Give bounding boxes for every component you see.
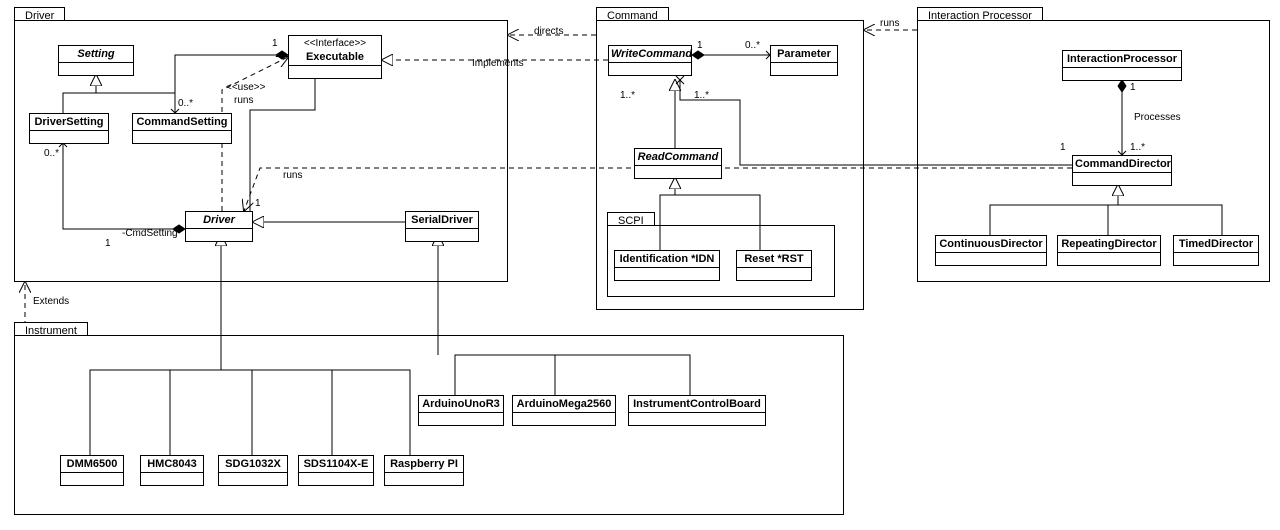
class-raspberry-pi-name: Raspberry PI bbox=[385, 456, 463, 473]
class-executable-stereotype: <<Interface>> bbox=[289, 36, 381, 49]
label-runs-2: runs bbox=[880, 18, 899, 29]
class-parameter-name: Parameter bbox=[771, 46, 837, 63]
package-driver-label: Driver bbox=[14, 7, 65, 21]
mult-param-0s: 0..* bbox=[745, 40, 760, 51]
label-directs: directs bbox=[534, 26, 563, 37]
class-executable-name: Executable bbox=[289, 49, 381, 66]
class-arduino-mega-name: ArduinoMega2560 bbox=[513, 396, 615, 413]
class-command-director-name: CommandDirector bbox=[1073, 156, 1171, 173]
class-write-command: WriteCommand bbox=[608, 45, 692, 76]
class-identification: Identification *IDN bbox=[614, 250, 720, 281]
class-serial-driver: SerialDriver bbox=[405, 211, 479, 242]
mult-driver-top-1: 1 bbox=[255, 198, 261, 209]
class-driver-name: Driver bbox=[186, 212, 252, 229]
package-interaction-label: Interaction Processor bbox=[917, 7, 1043, 21]
class-parameter: Parameter bbox=[770, 45, 838, 76]
mult-ip-1: 1 bbox=[1130, 82, 1136, 93]
class-executable: <<Interface>> Executable bbox=[288, 35, 382, 79]
class-hmc8043-name: HMC8043 bbox=[141, 456, 203, 473]
class-driver: Driver bbox=[185, 211, 253, 242]
uml-diagram: Executable (dashed, open arrow) --> Comm… bbox=[0, 0, 1280, 530]
class-sds1104x: SDS1104X-E bbox=[298, 455, 374, 486]
class-sds1104x-name: SDS1104X-E bbox=[299, 456, 373, 473]
label-runs-1: runs bbox=[234, 95, 253, 106]
class-write-command-name: WriteCommand bbox=[609, 46, 691, 63]
package-instrument-label: Instrument bbox=[14, 322, 88, 336]
mult-cd-1s: 1..* bbox=[1130, 142, 1145, 153]
label-processes: Processes bbox=[1134, 112, 1181, 123]
label-runs-3: runs bbox=[283, 170, 302, 181]
class-dmm6500-name: DMM6500 bbox=[61, 456, 123, 473]
class-reset: Reset *RST bbox=[736, 250, 812, 281]
class-arduino-mega: ArduinoMega2560 bbox=[512, 395, 616, 426]
label-cmd-setting: -CmdSetting bbox=[122, 228, 178, 239]
package-command-label: Command bbox=[596, 7, 669, 21]
class-interaction-processor: InteractionProcessor bbox=[1062, 50, 1182, 81]
class-raspberry-pi: Raspberry PI bbox=[384, 455, 464, 486]
mult-ds-0s: 0..* bbox=[44, 148, 59, 159]
mult-cd-1: 1 bbox=[1060, 142, 1066, 153]
class-driver-setting: DriverSetting bbox=[29, 113, 109, 144]
mult-wc-1s-a: 1..* bbox=[620, 90, 635, 101]
label-implements: Implements bbox=[472, 58, 524, 69]
class-continuous-director: ContinuousDirector bbox=[935, 235, 1047, 266]
class-reset-name: Reset *RST bbox=[737, 251, 811, 268]
class-serial-driver-name: SerialDriver bbox=[406, 212, 478, 229]
class-arduino-uno: ArduinoUnoR3 bbox=[418, 395, 504, 426]
mult-wc-1s-b: 1..* bbox=[694, 90, 709, 101]
class-timed-director-name: TimedDirector bbox=[1174, 236, 1258, 253]
class-read-command: ReadCommand bbox=[634, 148, 722, 179]
label-use: <<use>> bbox=[226, 82, 265, 93]
class-instrument-control-board-name: InstrumentControlBoard bbox=[629, 396, 765, 413]
package-scpi-label: SCPI bbox=[607, 212, 655, 226]
class-command-setting: CommandSetting bbox=[132, 113, 232, 144]
class-repeating-director: RepeatingDirector bbox=[1057, 235, 1161, 266]
class-dmm6500: DMM6500 bbox=[60, 455, 124, 486]
class-timed-director: TimedDirector bbox=[1173, 235, 1259, 266]
class-command-setting-name: CommandSetting bbox=[133, 114, 231, 131]
class-interaction-processor-name: InteractionProcessor bbox=[1063, 51, 1181, 68]
mult-driver-1: 1 bbox=[105, 238, 111, 249]
mult-cs-0s: 0..* bbox=[178, 98, 193, 109]
mult-wc-1: 1 bbox=[697, 40, 703, 51]
class-read-command-name: ReadCommand bbox=[635, 149, 721, 166]
class-setting: Setting bbox=[58, 45, 134, 76]
class-setting-name: Setting bbox=[59, 46, 133, 63]
class-sdg1032x: SDG1032X bbox=[218, 455, 288, 486]
class-instrument-control-board: InstrumentControlBoard bbox=[628, 395, 766, 426]
class-identification-name: Identification *IDN bbox=[615, 251, 719, 268]
class-sdg1032x-name: SDG1032X bbox=[219, 456, 287, 473]
label-extends: Extends bbox=[33, 296, 69, 307]
class-repeating-director-name: RepeatingDirector bbox=[1058, 236, 1160, 253]
class-arduino-uno-name: ArduinoUnoR3 bbox=[419, 396, 503, 413]
class-hmc8043: HMC8043 bbox=[140, 455, 204, 486]
class-driver-setting-name: DriverSetting bbox=[30, 114, 108, 131]
mult-exec-1: 1 bbox=[272, 38, 278, 49]
class-continuous-director-name: ContinuousDirector bbox=[936, 236, 1046, 253]
class-command-director: CommandDirector bbox=[1072, 155, 1172, 186]
